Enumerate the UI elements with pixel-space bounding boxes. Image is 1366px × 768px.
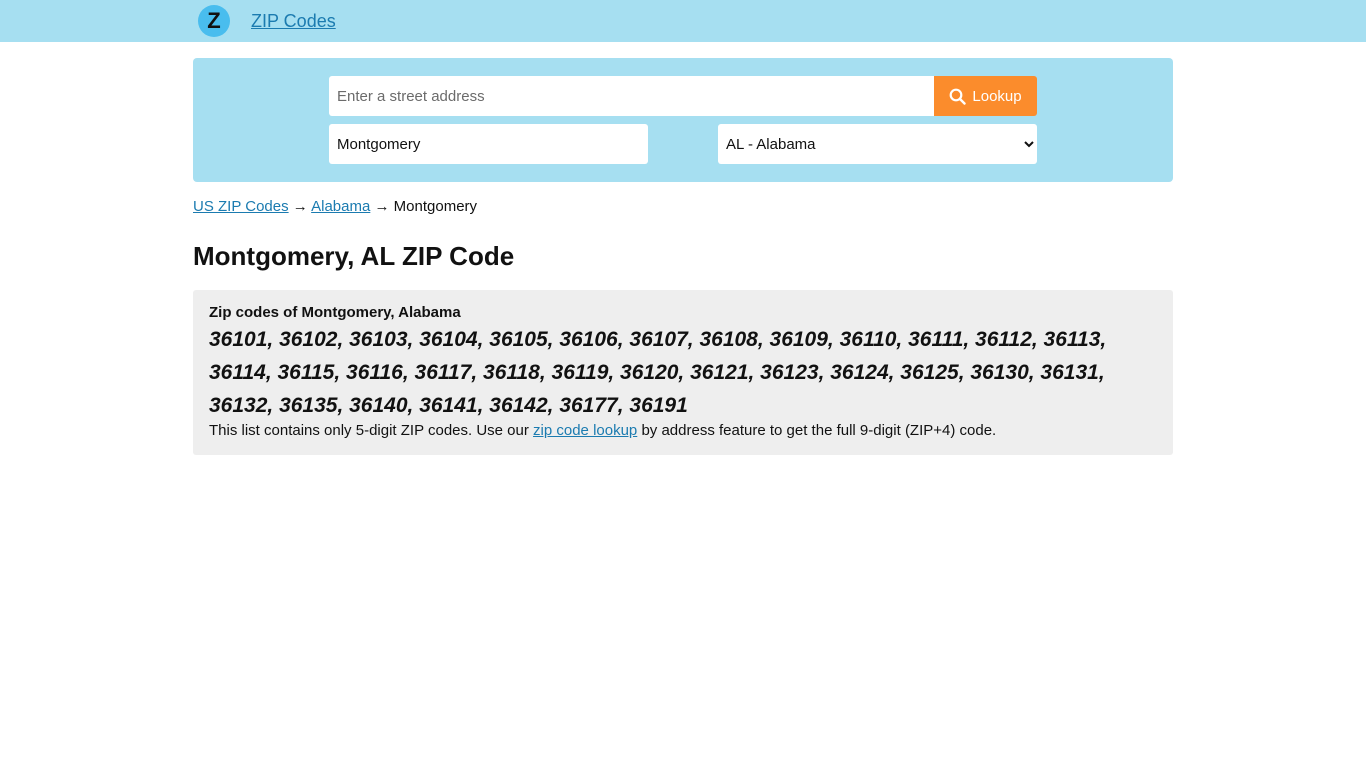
state-select[interactable]: AL - Alabama — [718, 124, 1037, 164]
zip-code-lookup-link[interactable]: zip code lookup — [533, 422, 637, 439]
address-row: Lookup — [329, 76, 1037, 116]
page-title: Montgomery, AL ZIP Code — [193, 241, 515, 271]
breadcrumb-link-alabama[interactable]: Alabama — [311, 198, 370, 215]
main-content: US ZIP Codes → Alabama → Montgomery Mont… — [193, 198, 1173, 455]
lookup-button[interactable]: Lookup — [934, 76, 1037, 116]
city-state-row: AL - Alabama — [329, 124, 1037, 164]
lookup-button-label: Lookup — [972, 87, 1022, 105]
zip-codes-list: 36101, 36102, 36103, 36104, 36105, 36106… — [209, 328, 1107, 417]
zip-note-text-before: This list contains only 5-digit ZIP code… — [209, 422, 534, 439]
zip-codes-box: Zip codes of Montgomery, Alabama 36101, … — [193, 290, 1173, 455]
logo[interactable]: Z — [198, 5, 230, 37]
breadcrumb: US ZIP Codes → Alabama → Montgomery — [193, 198, 1173, 215]
city-input[interactable] — [329, 124, 648, 164]
breadcrumb-separator: → — [374, 198, 390, 215]
zip-codes-heading: Zip codes of Montgomery, Alabama — [209, 304, 461, 321]
brand-link[interactable]: ZIP Codes — [251, 11, 336, 32]
top-bar-inner: Z ZIP Codes — [193, 0, 1173, 42]
breadcrumb-link-us-zip-codes[interactable]: US ZIP Codes — [193, 198, 289, 215]
zip-note-text-after: by address feature to get the full 9-dig… — [637, 422, 997, 439]
address-input[interactable] — [329, 76, 934, 116]
breadcrumb-separator: → — [292, 198, 308, 215]
search-panel: Lookup AL - Alabama — [193, 58, 1173, 182]
breadcrumb-current: Montgomery — [393, 198, 478, 215]
top-bar: Z ZIP Codes — [0, 0, 1366, 42]
zip-codes-note: This list contains only 5-digit ZIP code… — [209, 422, 1157, 439]
search-icon — [949, 88, 967, 105]
